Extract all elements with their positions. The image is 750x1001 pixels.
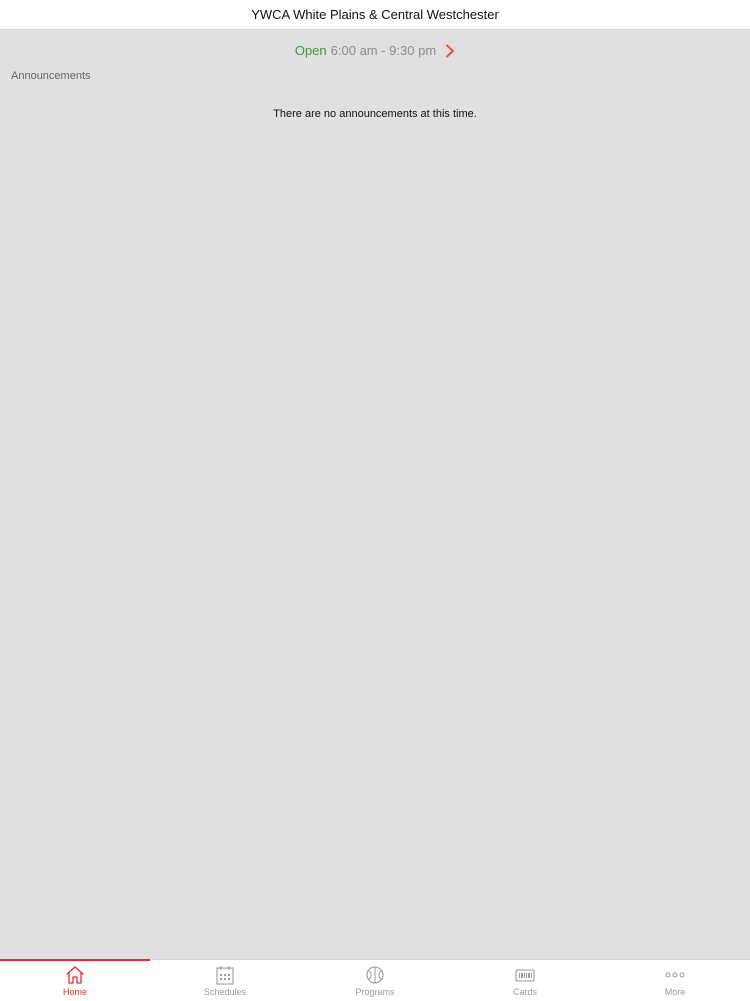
tab-label: Schedules [203,987,247,997]
tab-label: More [664,987,686,997]
hours-row[interactable]: Open 6:00 am - 9:30 pm [0,40,750,60]
tab-schedules[interactable]: Schedules [150,960,300,1001]
home-icon [66,966,84,984]
tab-label: Cards [512,987,537,997]
chevron-right-icon[interactable] [445,44,455,58]
tab-cards[interactable]: Cards [450,960,600,1001]
bottom-tab-bar: Home Schedules Programs Cards More [0,959,750,1001]
open-status: Open [294,42,327,58]
tab-programs[interactable]: Programs [300,960,450,1001]
hours-range: 6:00 am - 9:30 pm [330,42,437,58]
tab-home[interactable]: Home [0,959,150,1001]
announcements-heading: Announcements [11,70,91,82]
more-dots-icon [665,972,685,978]
basketball-icon [366,966,384,984]
tab-label: Programs [355,987,395,997]
tab-label: Home [62,987,87,997]
page-title: YWCA White Plains & Central Westchester [251,7,499,22]
top-navigation-bar: YWCA White Plains & Central Westchester [0,0,750,30]
calendar-icon [216,966,234,985]
card-icon [515,969,535,982]
announcements-empty-message: There are no announcements at this time. [273,108,477,120]
tab-more[interactable]: More [600,960,750,1001]
